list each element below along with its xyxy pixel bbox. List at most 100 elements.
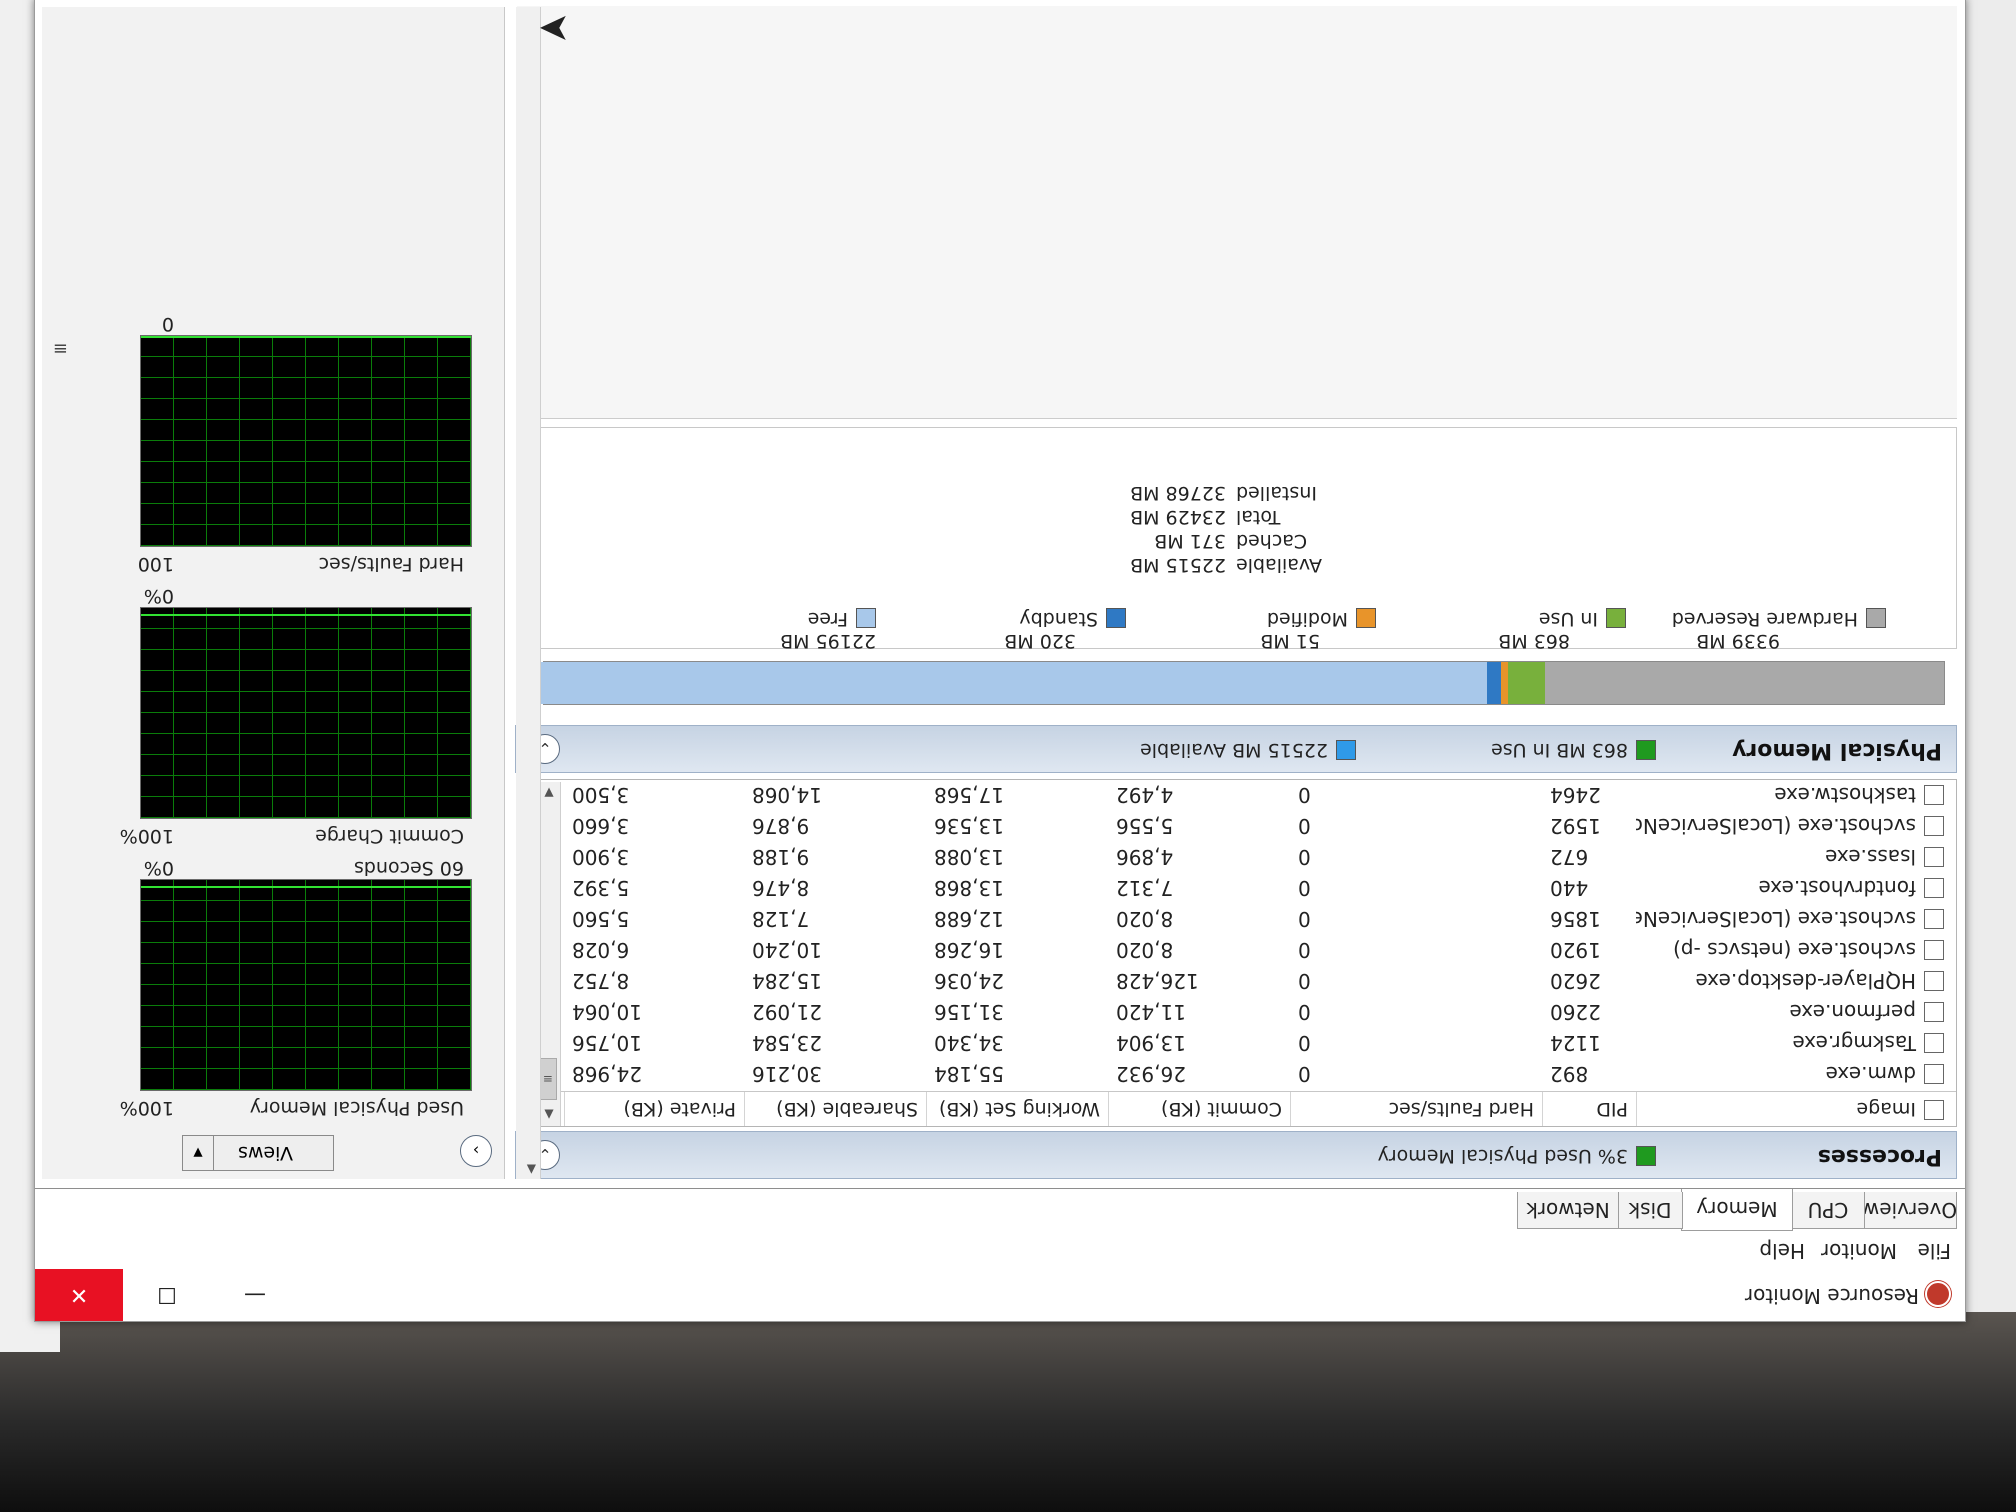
table-row[interactable]: HQPlayer-desktop.exe 2620 0 126,428 24,036 15… (538, 966, 1956, 997)
table-cell: 126,428 (1116, 969, 1199, 994)
table-cell: 5,560 (572, 907, 630, 932)
free-swatch (856, 608, 876, 629)
table-cell: 0 (1298, 783, 1311, 808)
table-row[interactable]: lsass.exe 672 0 4,896 13,088 9,188 3,900 (538, 842, 1956, 873)
expand-graphs-icon[interactable]: › (460, 1135, 492, 1167)
graph-used-memory (140, 879, 472, 1091)
processes-header[interactable]: Processes 3% Used Physical Memory ⌄ (515, 1131, 1957, 1179)
table-cell: 2620 (1550, 969, 1601, 994)
table-row[interactable]: svchost.exe (LocalServiceNo... 1592 0 5,556… (538, 811, 1956, 842)
table-cell: 2464 (1550, 783, 1601, 808)
title-bar[interactable]: Resource Monitor — ☐ ✕ (35, 1268, 1965, 1321)
table-cell: 34,340 (934, 1031, 1004, 1056)
col-image[interactable]: Image (1636, 1092, 1956, 1126)
table-row[interactable]: perfmon.exe 2260 0 11,420 31,156 21,092 10,064 (538, 997, 1956, 1028)
free-label: Free (807, 608, 848, 630)
table-cell: 23,584 (752, 1031, 822, 1056)
processes-scrollbar[interactable]: ▲ ≡ ▼ (538, 782, 561, 1126)
menu-file[interactable]: File (1918, 1239, 1951, 1263)
table-cell: 13,088 (934, 845, 1004, 870)
table-cell: 14,068 (752, 783, 822, 808)
tab-memory[interactable]: Memory (1681, 1189, 1793, 1231)
empty-space (517, 6, 1957, 419)
bar-free (539, 662, 1488, 704)
main-scroll-up-icon[interactable]: ▲ (527, 1163, 536, 1177)
table-cell: 8,020 (1116, 938, 1174, 963)
table-cell: 5,556 (1116, 814, 1174, 839)
table-cell: 6,028 (572, 938, 630, 963)
table-cell: 3,900 (572, 845, 630, 870)
table-cell: 2260 (1550, 1000, 1601, 1025)
table-row[interactable]: fontdrvhost.exe 440 0 7,312 13,868 8,476 5,392 (538, 873, 1956, 904)
table-row[interactable]: dwm.exe 892 0 26,932 55,184 30,216 24,968 (538, 1059, 1956, 1090)
table-cell: 8,020 (1116, 907, 1174, 932)
tab-network[interactable]: Network (1517, 1192, 1619, 1229)
table-cell: 8,752 (572, 969, 630, 994)
monitor-bezel (0, 1312, 2016, 1512)
in-use-legend-swatch (1606, 608, 1626, 629)
menu-help[interactable]: Help (1759, 1239, 1805, 1263)
graph-time-label: 60 Seconds (353, 857, 464, 879)
table-cell: 0 (1298, 876, 1311, 901)
in-use-legend: 863 MB In Use (1491, 739, 1656, 761)
views-label: Views (238, 1142, 293, 1164)
table-cell: fontdrvhost.exe (1758, 876, 1916, 901)
col-commit[interactable]: Commit (KB) (1108, 1092, 1290, 1126)
table-cell: 1124 (1550, 1031, 1601, 1056)
hardware-reserved-swatch (1866, 608, 1886, 629)
table-cell: 11,420 (1116, 1000, 1186, 1025)
screen: Resource Monitor — ☐ ✕ File Monitor Help… (0, 0, 2016, 1512)
graph-hard-faults-min: 0 (161, 313, 174, 335)
col-private[interactable]: Private (KB) (564, 1092, 744, 1126)
tab-overview[interactable]: Overview (1863, 1192, 1957, 1229)
table-cell: 15,284 (752, 969, 822, 994)
table-cell: svchost.exe (LocalServiceNet... (1636, 907, 1916, 932)
col-hard-faults[interactable]: Hard Faults/sec (1290, 1092, 1542, 1126)
in-use-label: In Use (1538, 608, 1598, 630)
resource-monitor-window: Resource Monitor — ☐ ✕ File Monitor Help… (34, 0, 1966, 1322)
table-cell: 9,188 (752, 845, 810, 870)
views-dropdown-icon[interactable]: ▼ (183, 1136, 214, 1170)
legend-standby: Standby (1019, 608, 1126, 630)
scroll-thumb[interactable]: ≡ (539, 1058, 557, 1100)
table-row[interactable]: svchost.exe (netsvcs -p) 1920 0 8,020 16,268… (538, 935, 1956, 966)
col-shareable[interactable]: Shareable (KB) (744, 1092, 926, 1126)
maximize-button[interactable]: ☐ (123, 1269, 211, 1321)
memory-usage-bar (539, 661, 1945, 705)
col-pid[interactable]: PID (1542, 1092, 1636, 1126)
table-row[interactable]: svchost.exe (LocalServiceNet... 1856 0 8,02… (538, 904, 1956, 935)
table-cell: perfmon.exe (1789, 1000, 1917, 1025)
select-all-checkbox[interactable] (1924, 1100, 1944, 1120)
table-cell: 13,536 (934, 814, 1004, 839)
available-legend: 22515 MB Available (1140, 739, 1356, 761)
physical-memory-header[interactable]: Physical Memory 863 MB In Use 22515 MB A… (515, 725, 1957, 773)
tab-disk[interactable]: Disk (1617, 1192, 1683, 1229)
pane-splitter-grip-icon[interactable]: ≡ (53, 338, 68, 359)
table-cell: 17,568 (934, 783, 1004, 808)
table-cell: lsass.exe (1825, 845, 1916, 870)
graph-used-memory-title: Used Physical Memory (249, 1097, 464, 1119)
stat-cached-label: Cached (1236, 530, 1308, 552)
legend-in-use: In Use (1539, 608, 1626, 630)
minimize-button[interactable]: — (211, 1269, 299, 1321)
scroll-up-icon[interactable]: ▲ (538, 1104, 560, 1126)
main-scrollbar[interactable]: ▲ (516, 7, 541, 1179)
hardware-reserved-value: 9339 MB (1696, 630, 1780, 652)
processes-legend: 3% Used Physical Memory (1378, 1145, 1656, 1167)
table-cell: 10,064 (572, 1000, 642, 1025)
graph-commit-title: Commit Charge (315, 825, 464, 847)
views-button[interactable]: Views ▼ (182, 1135, 334, 1171)
tab-cpu[interactable]: CPU (1791, 1192, 1865, 1229)
table-cell: svchost.exe (netsvcs -p) (1673, 938, 1916, 963)
menu-monitor[interactable]: Monitor (1821, 1239, 1897, 1263)
col-working-set[interactable]: Working Set (KB) (926, 1092, 1108, 1126)
col-image-label: Image (1856, 1098, 1916, 1120)
in-use-value: 863 MB (1498, 630, 1570, 652)
table-row[interactable]: Taskmgr.exe 1124 0 13,904 34,340 23,584 10,756 (538, 1028, 1956, 1059)
close-button[interactable]: ✕ (35, 1269, 123, 1321)
table-cell: taskhostw.exe (1774, 783, 1916, 808)
table-cell: 16,268 (934, 938, 1004, 963)
table-row[interactable]: taskhostw.exe 2464 0 4,492 17,568 14,068 3,500 (538, 780, 1956, 811)
processes-title: Processes (1817, 1144, 1942, 1169)
scroll-down-icon[interactable]: ▼ (538, 782, 560, 804)
